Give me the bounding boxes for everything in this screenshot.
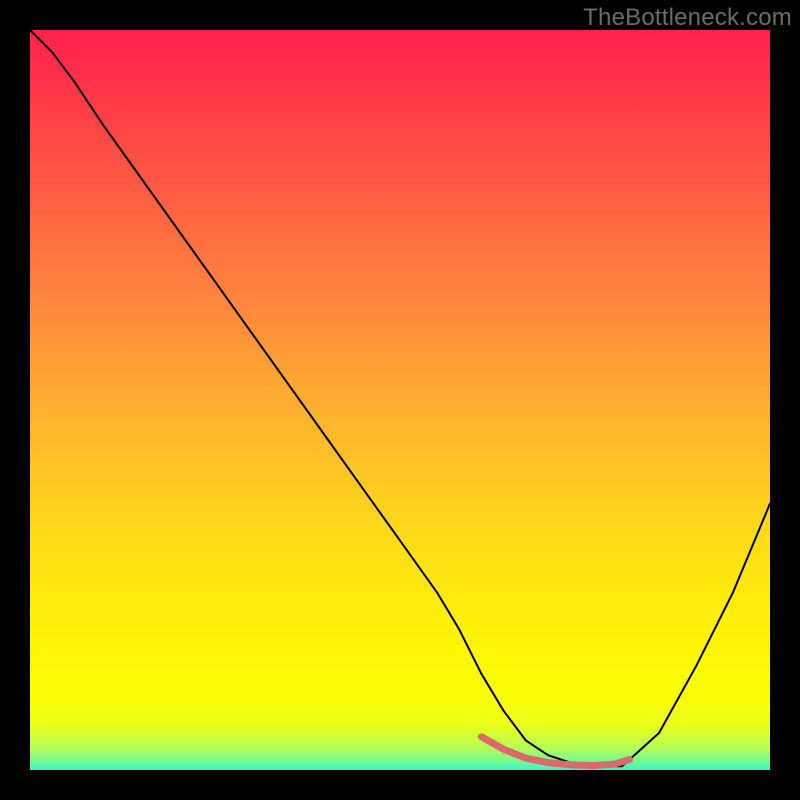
series-optimal-band <box>481 737 629 766</box>
series-bottleneck-curve <box>30 30 770 766</box>
chart-svg <box>30 30 770 770</box>
watermark-text: TheBottleneck.com <box>583 4 792 32</box>
plot-area <box>30 30 770 770</box>
chart-frame: TheBottleneck.com <box>0 0 800 800</box>
